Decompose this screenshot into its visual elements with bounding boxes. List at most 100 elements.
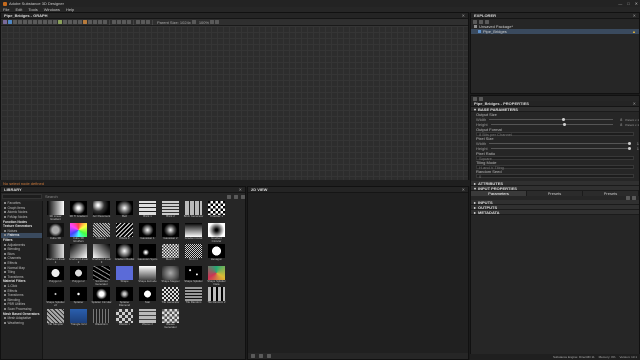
library-thumbnail[interactable]: Weave Generator: [160, 308, 181, 331]
library-thumbnail[interactable]: Star: [137, 287, 158, 309]
graph-close-button[interactable]: ✕: [462, 13, 465, 18]
properties-lock-icon[interactable]: [473, 96, 477, 101]
library-thumbnail[interactable]: Brick 2: [160, 201, 181, 223]
library-thumbnail[interactable]: Tile Random: [183, 287, 204, 309]
library-thumbnail[interactable]: Scratches Generator: [91, 265, 112, 288]
library-thumbnail[interactable]: Weave 2: [137, 308, 158, 331]
library-thumbnail[interactable]: Arc Pavement: [91, 201, 112, 223]
library-thumbnail[interactable]: Polygon 1: [45, 265, 66, 288]
library-thumbnail[interactable]: Polygon 2: [68, 265, 89, 288]
grid-view-icon[interactable]: [227, 194, 231, 199]
explorer-close-button[interactable]: ✕: [633, 13, 636, 18]
tool-pixel-processor-icon[interactable]: [93, 20, 97, 24]
library-thumbnail[interactable]: Fibers 2: [114, 222, 135, 245]
library-thumbnail[interactable]: Gradient Radial: [114, 244, 135, 266]
tab-parameters[interactable]: Parameters: [471, 191, 527, 196]
2d-view-settings-icon[interactable]: [251, 354, 255, 358]
properties-close-button[interactable]: ✕: [633, 101, 636, 106]
tool-normal-icon[interactable]: [68, 20, 72, 24]
library-thumbnail[interactable]: Splatter: [68, 287, 89, 309]
2d-view-channels-icon[interactable]: [259, 354, 263, 358]
library-thumbnail[interactable]: Hexagon: [206, 244, 227, 266]
tool-text-icon[interactable]: [103, 20, 107, 24]
output-width-knob[interactable]: [562, 117, 566, 121]
fit-view-icon[interactable]: [210, 20, 215, 24]
library-tree-item[interactable]: Mesh Based Generators: [1, 311, 42, 316]
tool-sharpen-icon[interactable]: [73, 20, 77, 24]
library-thumbnail[interactable]: Tile Generator: [160, 287, 181, 309]
tool-transform-icon[interactable]: [78, 20, 82, 24]
minimize-button[interactable]: —: [618, 1, 622, 6]
tool-align-icon[interactable]: [136, 20, 140, 24]
tool-frame-icon[interactable]: [127, 20, 131, 24]
library-thumbnail[interactable]: Fibers 1: [91, 222, 112, 245]
library-thumbnail[interactable]: Cube 3D: [45, 222, 66, 245]
parent-size-dropdown-icon[interactable]: [191, 20, 196, 24]
tool-levels-icon[interactable]: [63, 20, 67, 24]
tool-blend-icon[interactable]: [13, 20, 17, 24]
tab-presets[interactable]: Presets: [527, 191, 583, 196]
tool-emboss-icon[interactable]: [43, 20, 47, 24]
tool-settings-icon[interactable]: [146, 20, 150, 24]
library-search-placeholder[interactable]: Search: [45, 194, 58, 199]
library-thumbnail[interactable]: Gaussian 1: [137, 222, 158, 245]
tool-input-icon[interactable]: [112, 20, 116, 24]
tool-output-icon[interactable]: [117, 20, 121, 24]
tab-presets-2[interactable]: Presets: [583, 191, 639, 196]
output-width-slider[interactable]: [489, 117, 614, 121]
tool-grayscale-icon[interactable]: [53, 20, 57, 24]
output-height-suffix[interactable]: Parent x 1: [625, 123, 639, 127]
library-thumbnail[interactable]: Shape Extrude: [137, 265, 158, 288]
library-thumbnail[interactable]: Shape Mapper: [160, 265, 181, 288]
library-thumbnail[interactable]: Cube 3D Gbuffers: [68, 222, 89, 245]
library-thumbnail[interactable]: Waveform: [91, 308, 112, 331]
library-thumbnail[interactable]: Shape Splatter: [183, 265, 204, 288]
open-package-icon[interactable]: [479, 19, 483, 24]
library-thumbnail[interactable]: 3D Ti Gradient: [68, 201, 89, 223]
tool-curve-icon[interactable]: [28, 20, 32, 24]
tool-distance-icon[interactable]: [38, 20, 42, 24]
library-tree-item[interactable]: Weathering: [1, 320, 42, 325]
library-thumbnail[interactable]: Weave 1: [114, 308, 135, 331]
library-thumbnail[interactable]: Gradient Linear 2: [68, 244, 89, 266]
display-options-icon[interactable]: [215, 20, 220, 24]
2d-view-canvas[interactable]: [248, 193, 468, 353]
tool-warp-icon[interactable]: [83, 20, 87, 24]
library-thumbnail[interactable]: Brick Generator: [183, 201, 204, 223]
library-thumbnail[interactable]: Tile Random 2: [206, 287, 227, 309]
close-window-button[interactable]: ✕: [635, 1, 638, 6]
library-thumbnail[interactable]: Gradient Linear 1: [45, 244, 66, 266]
save-package-icon[interactable]: [485, 19, 489, 24]
tool-directional-icon[interactable]: [33, 20, 37, 24]
library-thumbnail[interactable]: Shape Splatter v2: [45, 287, 66, 309]
properties-refresh-icon[interactable]: [479, 96, 483, 101]
library-thumbnail[interactable]: Brick 1: [137, 201, 158, 223]
library-thumbnail[interactable]: Gradient Circular: [206, 222, 227, 245]
library-thumbnail[interactable]: Gradient Linear 3: [91, 244, 112, 266]
library-thumbnail[interactable]: Shape Splatter Data: [206, 265, 227, 288]
new-package-icon[interactable]: [473, 19, 477, 24]
2d-view-close-button[interactable]: ✕: [462, 187, 465, 192]
output-width-suffix[interactable]: Parent x 1: [625, 118, 639, 122]
library-thumbnail[interactable]: Gaussian Spots: [137, 244, 158, 266]
metadata-section[interactable]: ▸ METADATA: [471, 210, 639, 215]
tool-comment-icon[interactable]: [122, 20, 126, 24]
pixel-width-knob[interactable]: [628, 141, 632, 145]
tool-blur-icon[interactable]: [18, 20, 22, 24]
library-close-button[interactable]: ✕: [239, 187, 242, 192]
library-thumbnail[interactable]: Triangle Grid: [68, 308, 89, 331]
library-thumbnail[interactable]: Checker 1: [206, 201, 227, 223]
remove-parameter-icon[interactable]: [632, 196, 636, 200]
2d-view-fit-icon[interactable]: [267, 354, 271, 358]
tool-node-icon[interactable]: [3, 20, 7, 24]
pixel-width-slider[interactable]: [489, 141, 632, 145]
library-thumbnail[interactable]: Mesh 2: [183, 244, 204, 266]
library-thumbnail[interactable]: Gaussian 2: [160, 222, 181, 245]
tool-hsl-icon[interactable]: [58, 20, 62, 24]
library-thumbnail[interactable]: Mesh 1: [160, 244, 181, 266]
tool-uniform-icon[interactable]: [8, 20, 12, 24]
library-thumbnail[interactable]: Gradient Axial: [183, 222, 204, 245]
list-view-icon[interactable]: [234, 194, 238, 199]
library-thumbnail[interactable]: Tile Sampler: [45, 308, 66, 331]
tool-svg-icon[interactable]: [98, 20, 102, 24]
